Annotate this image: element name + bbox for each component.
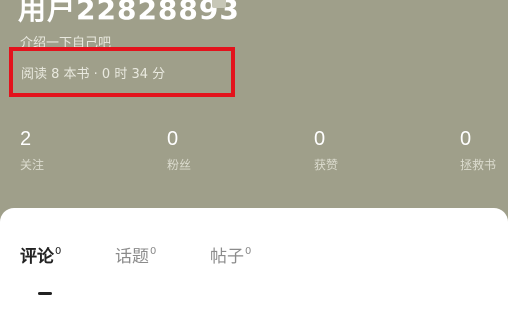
edit-icon[interactable]	[212, 0, 226, 8]
stat-following[interactable]: 2 关注	[20, 126, 100, 173]
stat-rescued-books[interactable]: 0 拯救书	[460, 126, 508, 173]
tab-comments[interactable]: 评论0	[20, 242, 61, 267]
stats-row: 2 关注 0 粉丝 0 获赞 0 拯救书	[0, 126, 508, 186]
tab-count: 0	[55, 246, 62, 257]
stat-value: 0	[167, 128, 179, 150]
tab-bar: 评论0 话题0 帖子0	[0, 242, 508, 292]
tab-count: 0	[245, 246, 252, 257]
highlight-box	[9, 47, 235, 97]
username: 用户22828893	[18, 0, 240, 26]
stat-value: 0	[314, 128, 326, 150]
tab-topics[interactable]: 话题0	[115, 242, 156, 267]
stat-label: 粉丝	[167, 158, 192, 172]
tab-label: 帖子	[210, 247, 244, 267]
content-card: 评论0 话题0 帖子0	[0, 208, 508, 328]
stat-label: 获赞	[314, 158, 339, 172]
stat-followers[interactable]: 0 粉丝	[167, 126, 247, 173]
stat-value: 0	[460, 128, 472, 150]
tab-label: 评论	[20, 247, 54, 267]
tab-posts[interactable]: 帖子0	[210, 242, 251, 267]
tab-label: 话题	[115, 247, 149, 267]
profile-header: 用户22828893 介绍一下自己吧 阅读 8 本书 · 0 时 34 分 2 …	[0, 0, 508, 215]
tab-count: 0	[150, 246, 157, 257]
stat-label: 拯救书	[460, 158, 497, 172]
stat-likes[interactable]: 0 获赞	[314, 126, 394, 173]
stat-label: 关注	[20, 158, 45, 172]
stat-value: 2	[20, 128, 32, 150]
